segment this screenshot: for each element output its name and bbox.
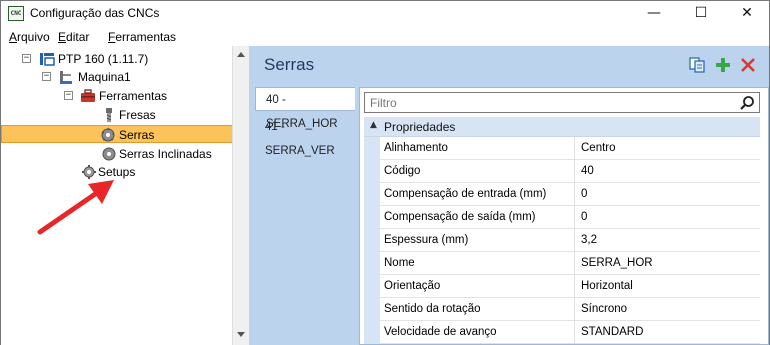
property-value[interactable]: Centro [575, 137, 760, 160]
property-name: Código [380, 160, 575, 183]
filter-box [364, 92, 760, 113]
menu-arquivo-accel: A [9, 30, 18, 44]
scroll-up-arrow-icon[interactable] [237, 52, 245, 57]
collapse-toggle[interactable]: − [42, 72, 51, 81]
saw-list: 40 - SERRA_HOR 41 - SERRA_VER [255, 87, 355, 345]
property-row[interactable]: Sentido da rotação Síncrono [364, 298, 760, 321]
properties-box: ▲ Propriedades Alinhamento Centro Código… [359, 87, 769, 345]
toolbox-icon [81, 89, 95, 102]
property-row[interactable]: Compensação de saída (mm) 0 [364, 206, 760, 229]
delete-icon[interactable] [739, 56, 757, 74]
collapse-toggle[interactable]: − [22, 54, 31, 63]
tree-item-label: Serras [119, 128, 155, 142]
property-row[interactable]: Orientação Horizontal [364, 275, 760, 298]
tree-item-serras-inclinadas[interactable]: Serras Inclinadas [1, 145, 231, 163]
property-value[interactable]: SERRA_HOR [575, 252, 760, 275]
property-row[interactable]: Velocidade de avanço STANDARD [364, 321, 760, 344]
saw-icon [102, 147, 116, 161]
close-button[interactable]: ✕ [724, 1, 770, 26]
menu-editar-accel: E [58, 30, 67, 44]
page-title: Serras [264, 55, 315, 74]
filter-input[interactable] [370, 95, 730, 111]
property-gutter [364, 298, 380, 321]
tree-item-label: Fresas [119, 108, 156, 122]
tab-serra-hor[interactable]: 40 - SERRA_HOR [255, 87, 355, 130]
property-name: Sentido da rotação [380, 298, 575, 321]
menu-arquivo-label: rquivo [17, 30, 50, 44]
tree-item-label: Ferramentas [99, 89, 168, 103]
tab-serra-ver[interactable]: 41 - SERRA_VER [255, 115, 355, 157]
property-gutter [364, 321, 380, 344]
collapse-icon[interactable]: ▲ [370, 120, 377, 130]
collapse-toggle[interactable]: − [64, 91, 73, 100]
property-row[interactable]: Código 40 [364, 160, 760, 183]
property-name: Orientação [380, 275, 575, 298]
property-name: Alinhamento [380, 137, 575, 160]
property-value[interactable]: STANDARD [575, 321, 760, 344]
property-name: Compensação de saída (mm) [380, 206, 575, 229]
copy-icon[interactable] [688, 56, 706, 74]
property-gutter [364, 137, 380, 160]
tree-scrollbar[interactable] [232, 46, 249, 345]
property-value[interactable]: 0 [575, 183, 760, 206]
tree-item-label: Maquina1 [78, 70, 131, 84]
property-gutter [364, 252, 380, 275]
add-icon[interactable] [714, 56, 732, 74]
property-value[interactable]: 0 [575, 206, 760, 229]
tree-item-serras[interactable]: Serras [1, 125, 233, 143]
details-header: Serras [249, 46, 769, 83]
property-name: Espessura (mm) [380, 229, 575, 252]
machine-icon [60, 71, 72, 84]
property-gutter [364, 183, 380, 206]
app-icon: CNC [8, 6, 24, 21]
property-gutter [364, 229, 380, 252]
property-value[interactable]: Síncrono [575, 298, 760, 321]
property-row[interactable]: Nome SERRA_HOR [364, 252, 760, 275]
tree-item-label: Serras Inclinadas [119, 147, 212, 161]
annotation-arrow [37, 180, 114, 235]
property-gutter [364, 275, 380, 298]
category-propriedades[interactable]: ▲ Propriedades [364, 117, 760, 137]
menu-arquivo[interactable]: Arquivo [9, 30, 50, 44]
window-title: Configuração das CNCs [30, 6, 160, 20]
category-label: Propriedades [384, 120, 456, 134]
property-value[interactable]: 3,2 [575, 229, 760, 252]
property-name: Nome [380, 252, 575, 275]
search-icon[interactable] [739, 95, 755, 111]
tree-item-ptp160[interactable]: − PTP 160 (1.11.7) [1, 50, 231, 68]
property-gutter [364, 160, 380, 183]
menu-editar-label: ditar [66, 30, 90, 44]
maximize-button[interactable]: ☐ [678, 1, 724, 26]
menu-ferramentas[interactable]: Ferramentas [108, 30, 176, 44]
tree-item-fresas[interactable]: Fresas [1, 106, 231, 124]
property-gutter [364, 206, 380, 229]
tree-item-ferramentas[interactable]: − Ferramentas [1, 87, 231, 105]
property-row[interactable]: Espessura (mm) 3,2 [364, 229, 760, 252]
minimize-button[interactable]: — [631, 1, 677, 26]
title-bar: CNC Configuração das CNCs — ☐ ✕ [0, 0, 770, 26]
tree-item-label: PTP 160 (1.11.7) [58, 52, 149, 66]
property-row[interactable]: Alinhamento Centro [364, 137, 760, 160]
property-value[interactable]: Horizontal [575, 275, 760, 298]
details-panel: Serras 40 - SERRA_HOR 41 - SERRA_VER Fil… [249, 46, 770, 345]
property-name: Velocidade de avanço [380, 321, 575, 344]
property-name: Compensação de entrada (mm) [380, 183, 575, 206]
drill-bit-icon [106, 108, 112, 122]
menu-bar: Arquivo Editar Ferramentas [0, 26, 770, 46]
property-value[interactable]: 40 [575, 160, 760, 183]
saw-icon [101, 127, 115, 142]
tree-item-maquina1[interactable]: − Maquina1 [1, 68, 231, 86]
tree-panel: − PTP 160 (1.11.7) − Maquina1 − Ferramen… [0, 46, 233, 345]
menu-editar[interactable]: Editar [58, 30, 89, 44]
menu-ferramentas-label: erramentas [115, 30, 177, 44]
property-grid: ▲ Propriedades Alinhamento Centro Código… [364, 117, 760, 345]
scroll-down-arrow-icon[interactable] [237, 332, 245, 337]
property-row[interactable]: Compensação de entrada (mm) 0 [364, 183, 760, 206]
cnc-machine-icon [40, 53, 55, 66]
